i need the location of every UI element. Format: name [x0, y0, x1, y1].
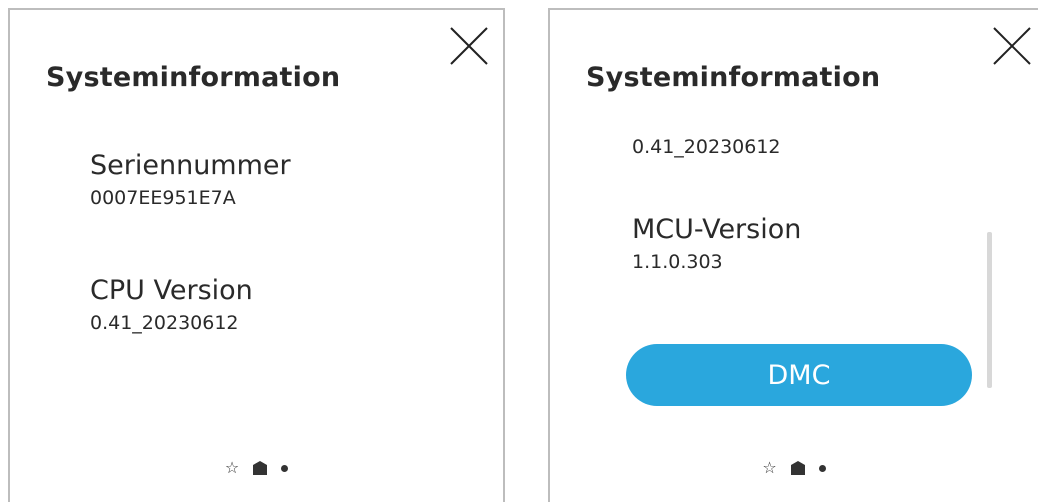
- close-icon[interactable]: [449, 26, 489, 66]
- info-label: MCU-Version: [632, 214, 802, 245]
- home-icon[interactable]: [790, 461, 805, 475]
- dot-icon[interactable]: [818, 464, 826, 472]
- info-value: 0007EE951E7A: [90, 187, 236, 209]
- close-icon[interactable]: [992, 26, 1032, 66]
- system-info-dialog-left: Systeminformation Seriennummer 0007EE951…: [8, 8, 505, 502]
- page-title: Systeminformation: [46, 62, 341, 93]
- info-item-mcu-version: MCU-Version 1.1.0.303: [632, 214, 801, 273]
- dot-icon[interactable]: [281, 464, 289, 472]
- page-indicator: ☆: [10, 460, 503, 476]
- info-item-serial: Seriennummer 0007EE951E7A: [90, 150, 291, 209]
- screen: Systeminformation Seriennummer 0007EE951…: [0, 0, 1038, 502]
- info-item-cpu-version-partial: 0.41_20230612: [632, 130, 781, 158]
- page-indicator: ☆: [550, 460, 1038, 476]
- info-label: Seriennummer: [90, 150, 291, 181]
- scrollbar[interactable]: [987, 232, 992, 388]
- info-item-cpu-version: CPU Version 0.41_20230612: [90, 275, 253, 334]
- dmc-button[interactable]: DMC: [626, 344, 972, 406]
- home-icon[interactable]: [253, 461, 268, 475]
- star-icon[interactable]: ☆: [762, 460, 776, 476]
- star-icon[interactable]: ☆: [225, 460, 239, 476]
- info-value: 0.41_20230612: [632, 136, 781, 158]
- info-list[interactable]: Seriennummer 0007EE951E7A CPU Version 0.…: [10, 130, 503, 432]
- page-title: Systeminformation: [586, 62, 881, 93]
- info-list[interactable]: 0.41_20230612 MCU-Version 1.1.0.303 DMC: [550, 130, 1038, 432]
- info-label: CPU Version: [90, 275, 253, 306]
- info-value: 1.1.0.303: [632, 251, 723, 273]
- system-info-dialog-right: Systeminformation 0.41_20230612 MCU-Vers…: [548, 8, 1038, 502]
- info-value: 0.41_20230612: [90, 312, 239, 334]
